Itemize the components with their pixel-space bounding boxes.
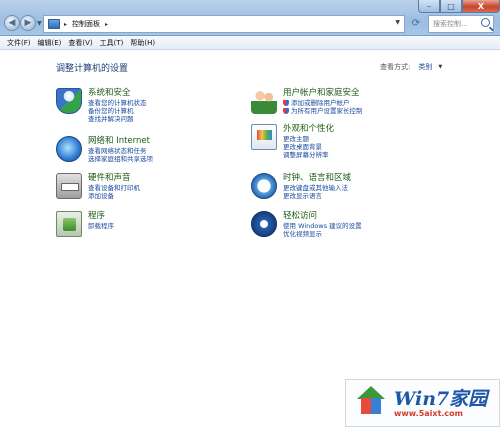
menu-edit[interactable]: 编辑(E) [38,38,62,48]
forward-button[interactable]: ▶ [20,15,36,31]
breadcrumb-separator-icon[interactable]: ▸ [64,21,67,28]
category-title[interactable]: 网络和 Internet [88,136,153,147]
breadcrumb-separator-icon[interactable]: ▸ [105,21,108,28]
menu-view[interactable]: 查看(V) [68,38,92,48]
watermark-brand: Win7家园 [394,387,488,410]
address-bar-area: ◀ ▶ ▼ ▸ 控制面板 ▸ ▼ ⟳ 搜索控制... – □ X [0,0,500,36]
category-link[interactable]: 选择家庭组和共享选项 [88,155,153,163]
programs-icon[interactable] [56,211,82,237]
category-title[interactable]: 轻松访问 [283,211,362,222]
category-system-security: 系统和安全 查看您的计算机状态 备份您的计算机 查找并解决问题 [56,88,147,123]
category-appearance: 外观和个性化 更改主题 更改桌面背景 调整屏幕分辨率 [251,124,334,159]
category-link[interactable]: 调整屏幕分辨率 [283,151,334,159]
category-title[interactable]: 程序 [88,211,114,222]
menu-bar: 文件(F) 编辑(E) 查看(V) 工具(T) 帮助(H) [0,36,500,50]
minimize-button[interactable]: – [418,0,440,13]
category-link[interactable]: 查找并解决问题 [88,115,147,123]
category-ease-of-access: 轻松访问 使用 Windows 建议的设置 优化视频显示 [251,211,362,238]
view-by-label: 查看方式: [380,63,411,71]
appearance-icon[interactable] [251,124,277,150]
view-by: 查看方式: 类别 ▼ [380,61,442,73]
category-title[interactable]: 外观和个性化 [283,124,334,135]
menu-help[interactable]: 帮助(H) [130,38,155,48]
category-link[interactable]: 添加设备 [88,192,140,200]
category-title[interactable]: 系统和安全 [88,88,147,99]
recent-pages-dropdown-icon[interactable]: ▼ [37,20,42,27]
category-title[interactable]: 硬件和声音 [88,173,140,184]
category-programs: 程序 卸载程序 [56,211,114,237]
users-icon[interactable] [251,88,277,114]
address-field[interactable]: ▸ 控制面板 ▸ ▼ [43,15,405,33]
category-user-accounts: 用户帐户和家庭安全 添加或删除用户帐户 为所有用户设置家长控制 [251,88,363,115]
search-input[interactable]: 搜索控制... [428,15,494,33]
menu-file[interactable]: 文件(F) [7,38,31,48]
category-link[interactable]: 卸载程序 [88,222,114,230]
shield-icon[interactable] [56,88,82,114]
back-button[interactable]: ◀ [4,15,20,31]
menu-tools[interactable]: 工具(T) [100,38,124,48]
view-by-select[interactable]: 类别 [414,61,436,73]
category-link[interactable]: 为所有用户设置家长控制 [283,107,363,115]
category-link[interactable]: 更改主题 [283,135,334,143]
category-link[interactable]: 使用 Windows 建议的设置 [283,222,362,230]
maximize-button[interactable]: □ [440,0,462,13]
category-link[interactable]: 查看设备和打印机 [88,184,140,192]
watermark-logo: Win7家园 www.5aixt.com [345,379,500,427]
control-panel-icon [48,19,60,29]
window-controls: – □ X [418,0,500,13]
category-title[interactable]: 时钟、语言和区域 [283,173,351,184]
address-dropdown-icon[interactable]: ▼ [395,19,400,26]
category-link[interactable]: 优化视频显示 [283,230,362,238]
back-arrow-icon: ◀ [8,17,16,28]
chevron-down-icon[interactable]: ▼ [438,64,442,70]
refresh-icon: ⟳ [411,18,421,29]
category-link[interactable]: 更改桌面背景 [283,143,334,151]
watermark-url: www.5aixt.com [394,408,464,418]
category-title[interactable]: 用户帐户和家庭安全 [283,88,363,99]
house-logo-icon [354,386,388,420]
ease-of-access-icon[interactable] [251,211,277,237]
page-title: 调整计算机的设置 [56,64,129,74]
category-network-internet: 网络和 Internet 查看网络状态和任务 选择家庭组和共享选项 [56,136,153,163]
category-hardware-sound: 硬件和声音 查看设备和打印机 添加设备 [56,173,140,200]
category-link[interactable]: 更改显示语言 [283,192,351,200]
category-link[interactable]: 备份您的计算机 [88,107,147,115]
forward-arrow-icon: ▶ [24,17,32,28]
breadcrumb-control-panel[interactable]: 控制面板 [72,19,100,29]
search-icon[interactable] [481,18,490,27]
close-button[interactable]: X [462,0,500,13]
category-link[interactable]: 查看网络状态和任务 [88,147,153,155]
main-content: 调整计算机的设置 查看方式: 类别 ▼ 系统和安全 查看您的计算机状态 备份您的… [0,51,500,427]
network-globe-icon[interactable] [56,136,82,162]
printer-icon[interactable] [56,173,82,199]
clock-globe-icon[interactable] [251,173,277,199]
category-link[interactable]: 查看您的计算机状态 [88,99,147,107]
category-link[interactable]: 添加或删除用户帐户 [283,99,363,107]
category-clock-language-region: 时钟、语言和区域 更改键盘或其他输入法 更改显示语言 [251,173,351,200]
search-placeholder: 搜索控制... [433,20,468,28]
refresh-button[interactable]: ⟳ [408,16,424,32]
category-link[interactable]: 更改键盘或其他输入法 [283,184,351,192]
